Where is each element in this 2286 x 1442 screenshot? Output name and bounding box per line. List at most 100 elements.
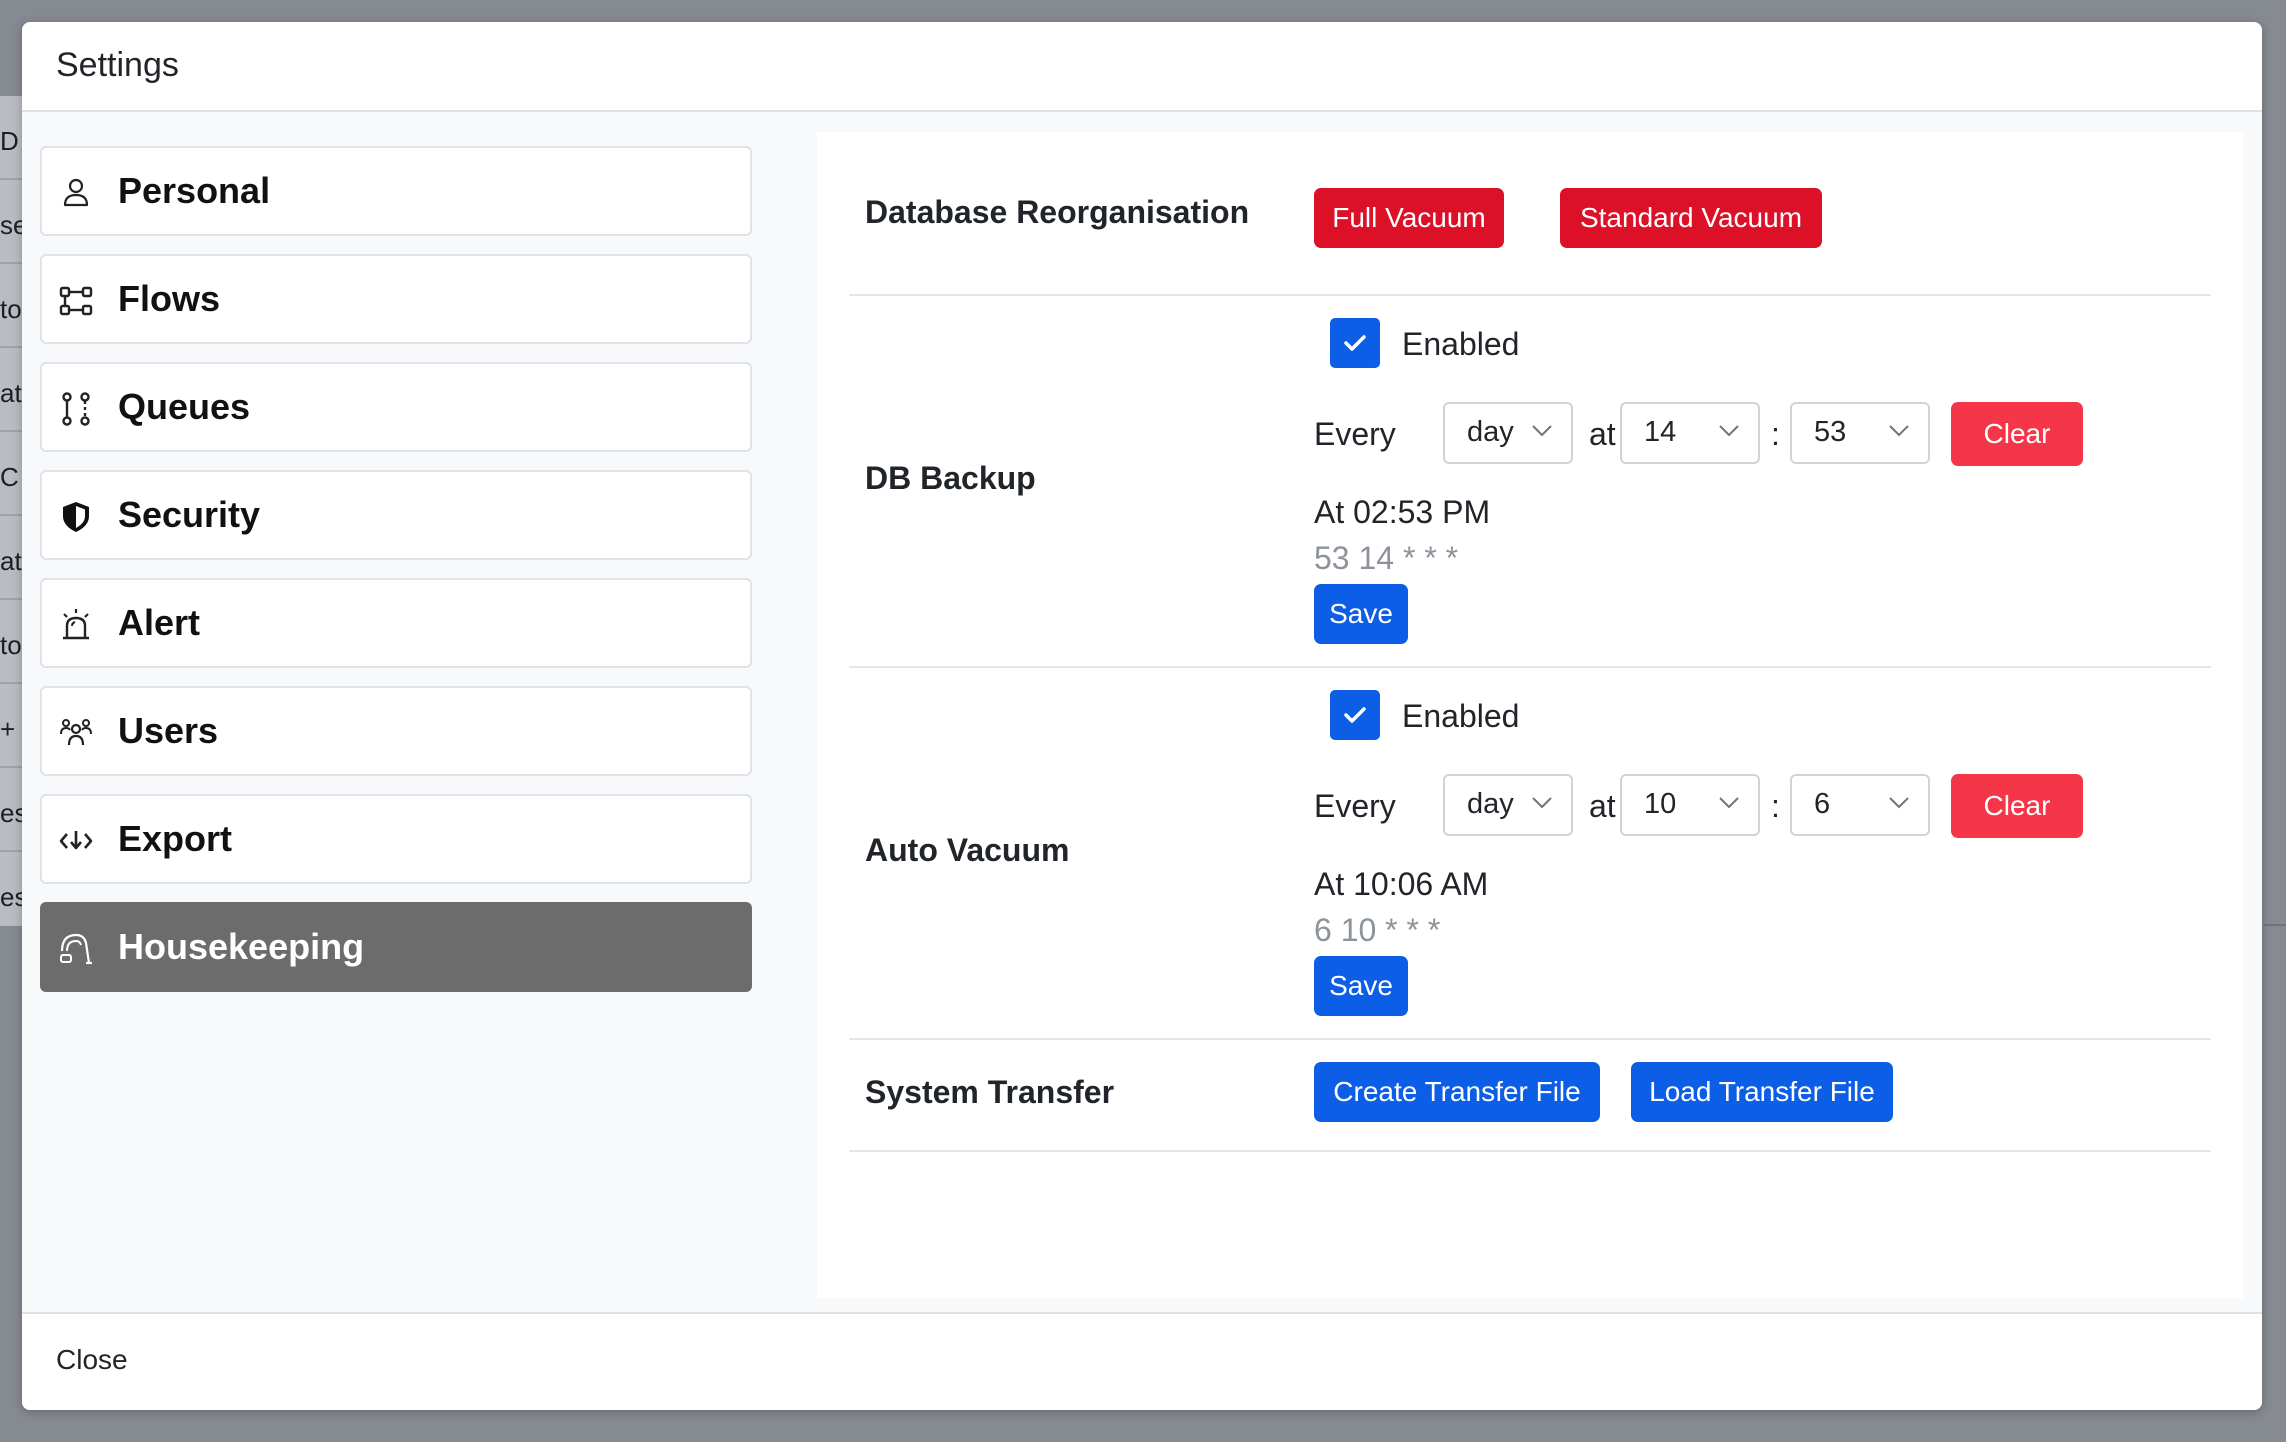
nav-item-flows[interactable]: Flows xyxy=(40,254,752,344)
nav-item-label: Personal xyxy=(118,170,271,211)
backup-hour-value: 14 xyxy=(1644,416,1677,448)
nav-item-users[interactable]: Users xyxy=(40,686,752,776)
vacuum-colon: : xyxy=(1771,788,1780,824)
chevron-down-icon xyxy=(1889,425,1909,437)
background-text: at xyxy=(0,546,22,576)
db-reorg-label: Database Reorganisation xyxy=(865,194,1250,230)
housekeeping-panel: Database Reorganisation Full Vacuum Stan… xyxy=(817,132,2243,1298)
backup-schedule-summary: At 02:53 PM xyxy=(1314,494,1491,530)
background-page: D se to at C at to + es es xyxy=(0,96,22,926)
vacuum-enabled-checkbox[interactable] xyxy=(1330,690,1380,740)
background-divider xyxy=(0,262,22,264)
background-divider xyxy=(0,346,22,348)
nav-item-queues[interactable]: Queues xyxy=(40,362,752,452)
queues-icon xyxy=(62,392,90,426)
backup-hour-select[interactable]: 14 xyxy=(1620,402,1760,464)
close-button[interactable]: Close xyxy=(56,1344,128,1376)
vacuum-period-value: day xyxy=(1467,788,1514,820)
backup-enabled-label: Enabled xyxy=(1402,326,1520,362)
background-divider xyxy=(2264,924,2286,926)
db-backup-label: DB Backup xyxy=(865,460,1036,496)
chevron-down-icon xyxy=(1719,797,1739,809)
background-divider xyxy=(0,514,22,516)
background-text: + xyxy=(0,714,16,744)
backup-clear-button[interactable]: Clear xyxy=(1951,402,2083,466)
background-text: C xyxy=(0,462,19,492)
chevron-down-icon xyxy=(1532,425,1552,437)
backup-cron-expression: 53 14 * * * xyxy=(1314,540,1459,576)
backup-period-select[interactable]: day xyxy=(1443,402,1573,464)
vacuum-every-label: Every xyxy=(1314,788,1396,824)
nav-item-export[interactable]: Export xyxy=(40,794,752,884)
shield-icon xyxy=(63,502,89,532)
person-icon xyxy=(63,178,89,207)
export-icon xyxy=(59,831,93,850)
vacuum-enabled-label: Enabled xyxy=(1402,698,1520,734)
nav-item-housekeeping[interactable]: Housekeeping xyxy=(40,902,752,992)
modal-header: Settings xyxy=(22,22,2262,112)
background-divider xyxy=(0,682,22,684)
background-text: to xyxy=(0,294,22,324)
vacuum-save-button[interactable]: Save xyxy=(1314,956,1408,1016)
modal-footer: Close xyxy=(22,1312,2262,1410)
standard-vacuum-button[interactable]: Standard Vacuum xyxy=(1560,188,1822,248)
users-icon xyxy=(60,719,92,746)
chevron-down-icon xyxy=(1532,797,1552,809)
chevron-down-icon xyxy=(1889,797,1909,809)
vacuum-at-label: at xyxy=(1589,788,1616,824)
nav-item-label: Alert xyxy=(118,602,201,643)
flows-icon xyxy=(59,286,93,316)
nav-item-personal[interactable]: Personal xyxy=(40,146,752,236)
background-text: D xyxy=(0,126,19,156)
full-vacuum-button[interactable]: Full Vacuum xyxy=(1314,188,1504,248)
vacuum-icon xyxy=(60,933,92,965)
backup-minute-value: 53 xyxy=(1814,416,1847,448)
vacuum-clear-button[interactable]: Clear xyxy=(1951,774,2083,838)
vacuum-period-select[interactable]: day xyxy=(1443,774,1573,836)
background-text: at xyxy=(0,378,22,408)
background-divider xyxy=(0,850,22,852)
system-transfer-label: System Transfer xyxy=(865,1074,1115,1110)
vacuum-minute-value: 6 xyxy=(1814,788,1831,820)
background-divider xyxy=(0,598,22,600)
auto-vacuum-row: Auto Vacuum Enabled Every day at 10 : 6 xyxy=(849,666,2211,1040)
settings-modal: Settings Personal Flows Queues Security … xyxy=(22,22,2262,1410)
backup-at-label: at xyxy=(1589,416,1616,452)
db-backup-row: DB Backup Enabled Every day at 14 : 53 C… xyxy=(849,294,2211,668)
background-text: se xyxy=(0,210,22,240)
backup-every-label: Every xyxy=(1314,416,1396,452)
background-divider xyxy=(0,178,22,180)
nav-item-label: Housekeeping xyxy=(118,926,365,967)
chevron-down-icon xyxy=(1719,425,1739,437)
background-text: es xyxy=(0,798,22,828)
backup-minute-select[interactable]: 53 xyxy=(1790,402,1930,464)
vacuum-minute-select[interactable]: 6 xyxy=(1790,774,1930,836)
nav-item-label: Queues xyxy=(118,386,251,427)
vacuum-schedule-summary: At 10:06 AM xyxy=(1314,866,1489,902)
checkmark-icon xyxy=(1344,707,1366,723)
backup-save-button[interactable]: Save xyxy=(1314,584,1408,644)
backup-period-value: day xyxy=(1467,416,1514,448)
background-text: es xyxy=(0,882,22,912)
backup-enabled-checkbox[interactable] xyxy=(1330,318,1380,368)
vacuum-hour-select[interactable]: 10 xyxy=(1620,774,1760,836)
system-transfer-row: System Transfer Create Transfer File Loa… xyxy=(849,1038,2211,1152)
db-reorg-row: Database Reorganisation Full Vacuum Stan… xyxy=(849,150,2211,296)
nav-item-label: Export xyxy=(118,818,233,859)
create-transfer-file-button[interactable]: Create Transfer File xyxy=(1314,1062,1600,1122)
checkmark-icon xyxy=(1344,335,1366,351)
background-text: to xyxy=(0,630,22,660)
nav-item-security[interactable]: Security xyxy=(40,470,752,560)
vacuum-hour-value: 10 xyxy=(1644,788,1677,820)
backup-colon: : xyxy=(1771,416,1780,452)
modal-title: Settings xyxy=(56,46,179,84)
auto-vacuum-label: Auto Vacuum xyxy=(865,832,1070,868)
background-divider xyxy=(0,766,22,768)
alarm-icon xyxy=(63,609,89,640)
nav-item-label: Users xyxy=(118,710,219,751)
nav-item-alert[interactable]: Alert xyxy=(40,578,752,668)
nav-item-label: Security xyxy=(118,494,261,535)
background-divider xyxy=(0,430,22,432)
nav-item-label: Flows xyxy=(118,278,221,319)
load-transfer-file-button[interactable]: Load Transfer File xyxy=(1631,1062,1893,1122)
